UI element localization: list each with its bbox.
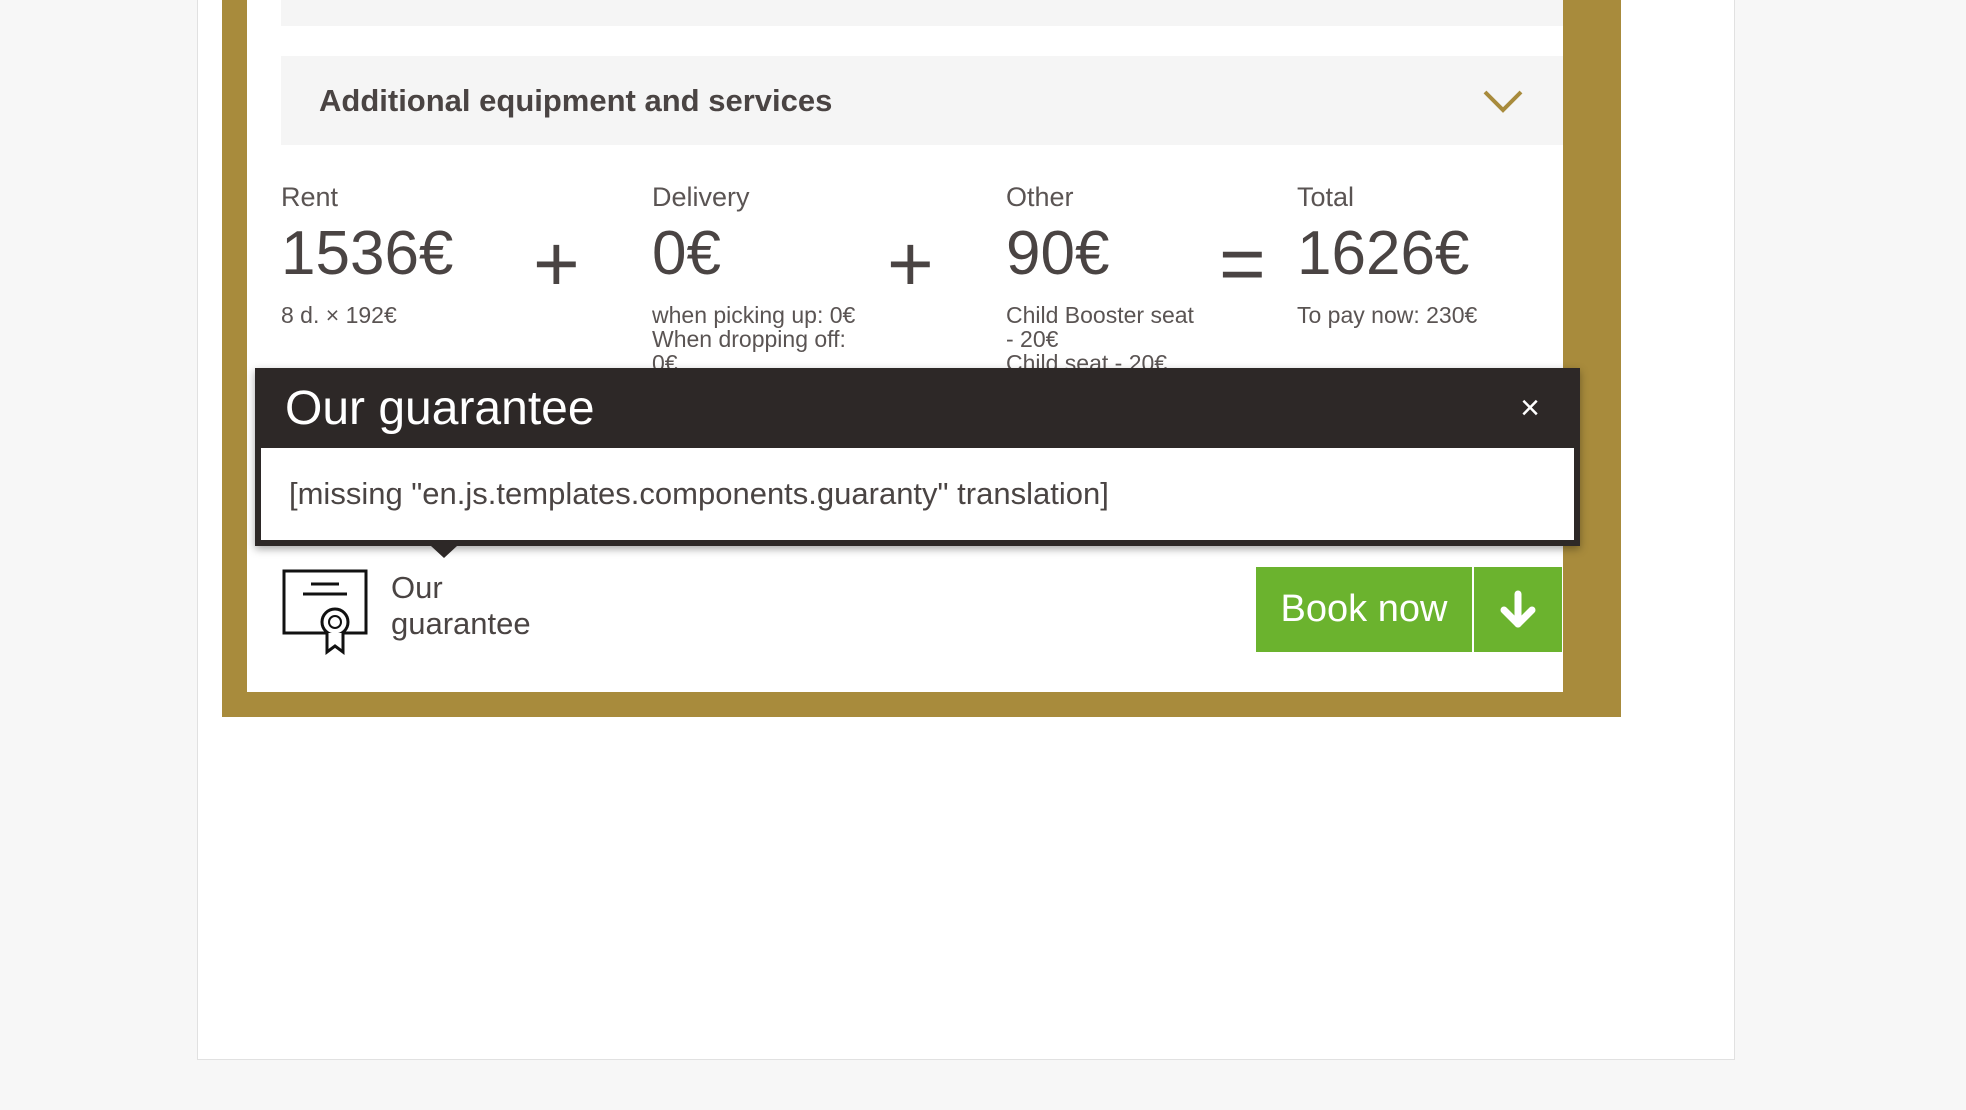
rent-value: 1536€	[281, 219, 454, 288]
plus-sign: +	[533, 219, 580, 308]
other-note-booster-price: - 20€	[1006, 326, 1059, 352]
popover-body: [missing "en.js.templates.components.gua…	[261, 448, 1574, 540]
popover-header: Our guarantee ×	[255, 368, 1580, 448]
accordion-title: Additional equipment and services	[319, 82, 833, 118]
certificate-icon	[282, 569, 368, 655]
equals-sign: =	[1219, 219, 1266, 308]
other-value: 90€	[1006, 219, 1110, 288]
price-rent: Rent 1536€ 8 d. × 192€	[281, 182, 453, 327]
other-note-booster: Child Booster seat	[1006, 303, 1194, 328]
plus-sign: +	[887, 219, 934, 308]
book-now-label: Book now	[1256, 567, 1474, 652]
book-now-button[interactable]: Book now	[1256, 567, 1562, 652]
delivery-note-pickup: when picking up: 0€	[652, 303, 856, 328]
price-other: Other 90€ Child Booster seat - 20€ Child…	[1006, 182, 1194, 369]
delivery-note-dropoff: When dropping off:	[652, 326, 846, 352]
chevron-down-icon	[1483, 90, 1523, 113]
popover-message: [missing "en.js.templates.components.gua…	[289, 476, 1109, 511]
total-note: To pay now: 230€	[1297, 302, 1478, 328]
total-value: 1626€	[1297, 219, 1470, 288]
rent-note: 8 d. × 192€	[281, 302, 397, 328]
price-delivery: Delivery 0€ when picking up: 0€ When dro…	[652, 182, 855, 369]
popover-title: Our guarantee	[285, 381, 595, 435]
popover-arrow	[431, 546, 457, 558]
guarantee-label: Our guarantee	[391, 570, 531, 642]
other-note: Child Booster seat - 20€ Child seat - 20…	[1006, 303, 1194, 369]
delivery-label: Delivery	[652, 182, 750, 212]
guarantee-label-line2: guarantee	[391, 606, 531, 641]
delivery-value: 0€	[652, 219, 721, 288]
additional-equipment-accordion[interactable]: Additional equipment and services	[281, 56, 1563, 145]
previous-section-strip	[281, 0, 1563, 26]
price-total: Total 1626€ To pay now: 230€	[1297, 182, 1477, 327]
other-note-child-seat: Child seat - 20€	[1006, 350, 1168, 369]
guarantee-label-line1: Our	[391, 570, 443, 605]
rent-label: Rent	[281, 182, 339, 212]
guarantee-link[interactable]: Our guarantee	[281, 568, 531, 656]
delivery-note: when picking up: 0€ When dropping off: 0…	[652, 303, 855, 369]
guarantee-popover: Our guarantee × [missing "en.js.template…	[255, 368, 1580, 546]
close-icon[interactable]: ×	[1510, 389, 1550, 428]
arrow-down-icon	[1474, 567, 1562, 652]
delivery-note-dropoff-value: 0€	[652, 350, 678, 369]
other-label: Other	[1006, 182, 1074, 212]
total-label: Total	[1297, 182, 1355, 212]
